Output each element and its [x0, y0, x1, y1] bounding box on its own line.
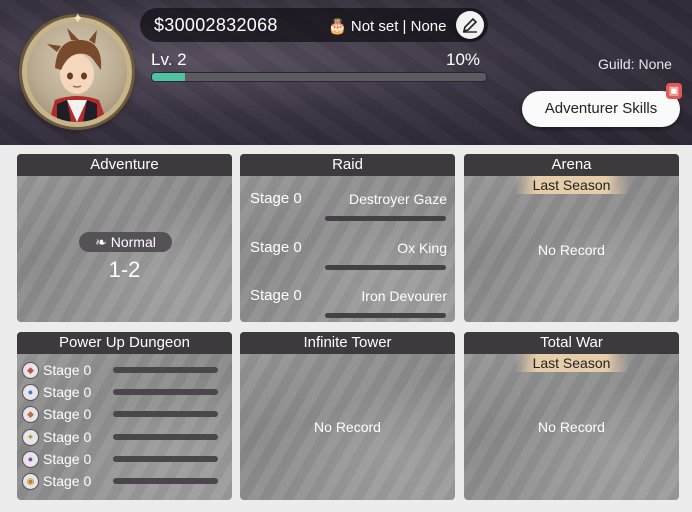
sparkle-icon: ✦	[72, 10, 84, 26]
dungeon-stage: Stage 0	[43, 406, 92, 422]
raid-row[interactable]: Stage 0 Iron Devourer	[240, 279, 455, 322]
character-portrait-icon	[47, 28, 107, 122]
dungeon-progress-bar	[113, 434, 218, 440]
raid-card[interactable]: Raid Stage 0 Destroyer Gaze Stage 0 Ox K…	[240, 154, 455, 322]
cake-icon: 🎂	[328, 18, 347, 35]
gold-element-icon: ◉	[22, 473, 39, 490]
arena-season-label: Last Season	[514, 176, 629, 194]
raid-boss-name: Ox King	[397, 240, 447, 256]
dungeon-row[interactable]: ✦ Stage 0	[22, 427, 227, 447]
birthday-info: 🎂 Not set | None	[328, 17, 446, 35]
dungeon-progress-bar	[113, 478, 218, 484]
arena-record: No Record	[538, 242, 605, 258]
infinite-tower-title: Infinite Tower	[240, 332, 455, 354]
raid-progress-bar	[325, 265, 446, 270]
fire-element-icon: ◆	[22, 362, 39, 379]
exp-bar-fill	[152, 73, 186, 81]
raid-progress-bar	[325, 313, 446, 318]
power-up-dungeon-card[interactable]: Power Up Dungeon ◆ Stage 0 ● Stage 0 ◆ S…	[17, 332, 232, 500]
edit-profile-button[interactable]	[456, 11, 484, 39]
raid-progress-bar	[325, 216, 446, 221]
total-war-season-label: Last Season	[514, 354, 629, 372]
raid-row[interactable]: Stage 0 Destroyer Gaze	[240, 182, 455, 226]
dungeon-stage: Stage 0	[43, 362, 92, 378]
dungeon-stage: Stage 0	[43, 429, 92, 445]
avatar-portrait	[27, 22, 127, 122]
dungeon-stage: Stage 0	[43, 384, 92, 400]
arena-title: Arena	[464, 154, 679, 176]
adventure-card[interactable]: Adventure ❧ Normal 1-2	[17, 154, 232, 322]
dungeon-row[interactable]: ◉ Stage 0	[22, 471, 227, 491]
raid-stage: Stage 0	[250, 190, 302, 207]
exp-percent: 10%	[446, 50, 481, 69]
infinite-tower-record: No Record	[314, 419, 381, 435]
dungeon-row[interactable]: ◆ Stage 0	[22, 404, 227, 424]
dungeon-progress-bar	[113, 456, 218, 462]
exp-bar	[151, 72, 487, 82]
raid-title: Raid	[240, 154, 455, 176]
birthday-text: Not set | None	[350, 18, 447, 35]
raid-boss-name: Iron Devourer	[361, 288, 447, 304]
raid-stage: Stage 0	[250, 239, 302, 256]
adventurer-skills-button[interactable]: Adventurer Skills	[522, 91, 680, 127]
pencil-icon	[462, 17, 478, 33]
dungeon-row[interactable]: ● Stage 0	[22, 449, 227, 469]
player-level: Lv. 2	[151, 50, 187, 69]
player-avatar[interactable]	[22, 17, 132, 127]
raid-boss-name: Destroyer Gaze	[348, 191, 447, 207]
earth-element-icon: ◆	[22, 406, 39, 423]
gold-amount: $30002832068	[154, 15, 278, 35]
dark-element-icon: ●	[22, 451, 39, 468]
profile-header: ✦ $30002832068 🎂 Not set | None Lv. 2 10…	[0, 0, 692, 145]
dungeon-progress-bar	[113, 367, 218, 373]
total-war-record: No Record	[538, 419, 605, 435]
light-element-icon: ✦	[22, 429, 39, 446]
dungeon-row[interactable]: ◆ Stage 0	[22, 360, 227, 380]
total-war-card[interactable]: Total War Last Season No Record	[464, 332, 679, 500]
total-war-title: Total War	[464, 332, 679, 354]
player-profile-screen: ✦ $30002832068 🎂 Not set | None Lv. 2 10…	[0, 0, 692, 512]
dungeon-stage: Stage 0	[43, 451, 92, 467]
adventure-title: Adventure	[17, 154, 232, 176]
dungeon-progress-bar	[113, 411, 218, 417]
power-up-title: Power Up Dungeon	[17, 332, 232, 354]
water-element-icon: ●	[22, 384, 39, 401]
gold-bar: $30002832068 🎂 Not set | None	[140, 8, 488, 42]
gift-icon: ▣	[666, 83, 682, 99]
raid-row[interactable]: Stage 0 Ox King	[240, 231, 455, 275]
guild-label: Guild: None	[598, 56, 672, 72]
difficulty-badge: ❧ Normal	[79, 232, 172, 252]
infinite-tower-card[interactable]: Infinite Tower No Record	[240, 332, 455, 500]
dungeon-row[interactable]: ● Stage 0	[22, 382, 227, 402]
adventure-stage: 1-2	[108, 257, 141, 282]
raid-stage: Stage 0	[250, 287, 302, 304]
records-grid: Adventure ❧ Normal 1-2 Raid Stage 0 Dest…	[0, 145, 692, 512]
dungeon-progress-bar	[113, 389, 218, 395]
difficulty-label: Normal	[110, 234, 156, 250]
leaf-icon: ❧	[95, 234, 107, 250]
dungeon-stage: Stage 0	[43, 473, 92, 489]
arena-card[interactable]: Arena Last Season No Record	[464, 154, 679, 322]
